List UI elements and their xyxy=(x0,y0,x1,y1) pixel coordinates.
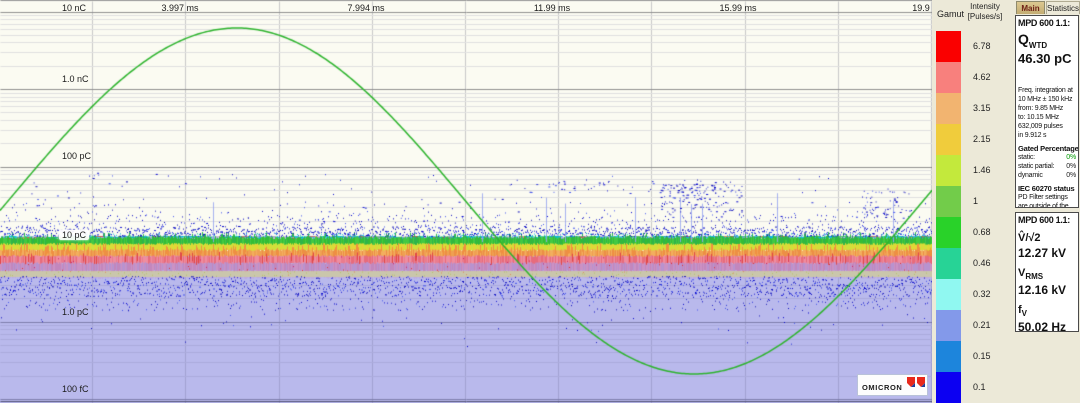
gamut-segment-label: 0.32 xyxy=(973,289,991,299)
intensity-axis-label: Intensity [Pulses/s] xyxy=(967,2,1003,21)
y-axis-tick-label: 100 pC xyxy=(62,151,92,161)
voltage-value: 12.16 kV xyxy=(1018,283,1067,298)
x-axis-tick-label: 11.99 ms xyxy=(533,3,571,13)
gated-row-label: static partial: xyxy=(1018,162,1055,170)
measurement-panel-voltage: MPD 600 1.1: V̂/√2 12.27 kV VRMS 12.16 kV fV… xyxy=(1015,212,1079,332)
y-axis-tick-label: 10 nC xyxy=(62,3,87,13)
gated-row-value: 0% xyxy=(1066,171,1076,179)
gamut-segment-label: 4.62 xyxy=(973,72,991,82)
tab-main[interactable]: Main xyxy=(1016,1,1045,14)
gamut-segment xyxy=(936,93,961,124)
device-title: MPD 600 1.1: xyxy=(1018,18,1070,28)
tab-statistics[interactable]: Statistics xyxy=(1046,1,1080,14)
gamut-segment-label: 0.46 xyxy=(973,258,991,268)
gated-row: static partial: 0% xyxy=(1018,162,1076,171)
gamut-segment xyxy=(936,186,961,217)
voltage-rows: V̂/√2 12.27 kV VRMS 12.16 kV fV 50.02 Hz xyxy=(1018,232,1076,332)
gated-row-label: dynamic xyxy=(1018,171,1043,179)
y-axis-tick-label: 1.0 nC xyxy=(62,74,89,84)
pd-intensity-plot-canvas[interactable] xyxy=(0,0,932,403)
gamut-segment xyxy=(936,155,961,186)
gamut-segment xyxy=(936,372,961,403)
freq-integration-info: Freq. integration at 10 MHz ± 150 kHz from… xyxy=(1018,86,1076,140)
gamut-segment-label: 1.46 xyxy=(973,165,991,175)
x-axis-tick-label: 15.99 ms xyxy=(719,3,757,13)
qwtd-value: 46.30 pC xyxy=(1018,50,1072,66)
gamut-segment xyxy=(936,341,961,372)
voltage-symbol: V̂/√2 xyxy=(1018,232,1041,244)
voltage-symbol: fV xyxy=(1018,304,1028,319)
gamut-segment-label: 0.15 xyxy=(973,351,991,361)
mpd-measurement-window: 10 nC 1.0 nC 100 pC 10 pC 1.0 pC 100 fC 3.997 … xyxy=(0,0,1080,403)
gamut-segment xyxy=(936,124,961,155)
gamut-segment-label: 1 xyxy=(973,196,979,206)
iec-status-text: PD Filter settings are outside of the re… xyxy=(1018,193,1069,208)
voltage-value: 12.27 kV xyxy=(1018,246,1067,260)
gamut-segment-label: 0.21 xyxy=(973,320,991,330)
gated-row-value: 0% xyxy=(1066,153,1076,161)
gamut-segment xyxy=(936,310,961,341)
gated-row: static: 0% xyxy=(1018,153,1076,162)
iec-status-title: IEC 60270 status xyxy=(1018,183,1075,193)
freq-info-line: from: 9.85 MHz xyxy=(1018,104,1064,112)
voltage-value: 50.02 Hz xyxy=(1018,320,1067,332)
gated-row-value: 0% xyxy=(1066,162,1076,170)
gamut-segment xyxy=(936,62,961,93)
gamut-segment xyxy=(936,217,961,248)
gamut-segment xyxy=(936,248,961,279)
gamut-segment-label: 0.1 xyxy=(973,382,986,392)
omicron-logo-icon xyxy=(907,376,926,394)
gamut-segment-label: 2.15 xyxy=(973,134,991,144)
gamut-segment-label: 6.78 xyxy=(973,41,991,51)
freq-info-line: 10 MHz ± 150 kHz xyxy=(1018,95,1073,103)
qwtd-symbol: QWTD xyxy=(1018,31,1048,50)
gated-row: dynamic 0% xyxy=(1018,171,1076,180)
gated-percentage-rows: static: 0% static partial: 0% dynamic 0% xyxy=(1018,153,1076,180)
gamut-segment-label: 3.15 xyxy=(973,103,991,113)
y-axis-tick-label: 1.0 pC xyxy=(62,307,89,317)
x-axis-tick-label: 19.9 xyxy=(912,3,930,13)
freq-info-line: Freq. integration at xyxy=(1018,86,1073,94)
gamut-colorbar xyxy=(936,31,961,403)
omicron-logo: OMICRON xyxy=(857,374,928,396)
gamut-segment-label: 0.68 xyxy=(973,227,991,237)
gated-row-label: static: xyxy=(1018,153,1035,161)
gated-percentage-title: Gated Percentage xyxy=(1018,143,1079,153)
x-axis-tick-label: 3.997 ms xyxy=(161,3,199,13)
voltage-symbol: VRMS xyxy=(1018,267,1044,282)
x-axis-tick-label: 7.994 ms xyxy=(347,3,385,13)
gamut-segment xyxy=(936,31,961,62)
y-axis-tick-label: 10 pC xyxy=(59,229,90,240)
measurement-panel-charge: MPD 600 1.1: QWTD 46.30 pC Freq. integra… xyxy=(1015,15,1079,208)
freq-info-line: to: 10.15 MHz xyxy=(1018,113,1059,121)
device-title-2: MPD 600 1.1: xyxy=(1018,215,1070,225)
gamut-segment xyxy=(936,279,961,310)
freq-info-line: 632,009 pulses xyxy=(1018,122,1063,130)
freq-info-line: in 9.912 s xyxy=(1018,131,1047,139)
omicron-logo-text: OMICRON xyxy=(862,383,903,392)
y-axis-tick-label: 100 fC xyxy=(62,384,89,394)
